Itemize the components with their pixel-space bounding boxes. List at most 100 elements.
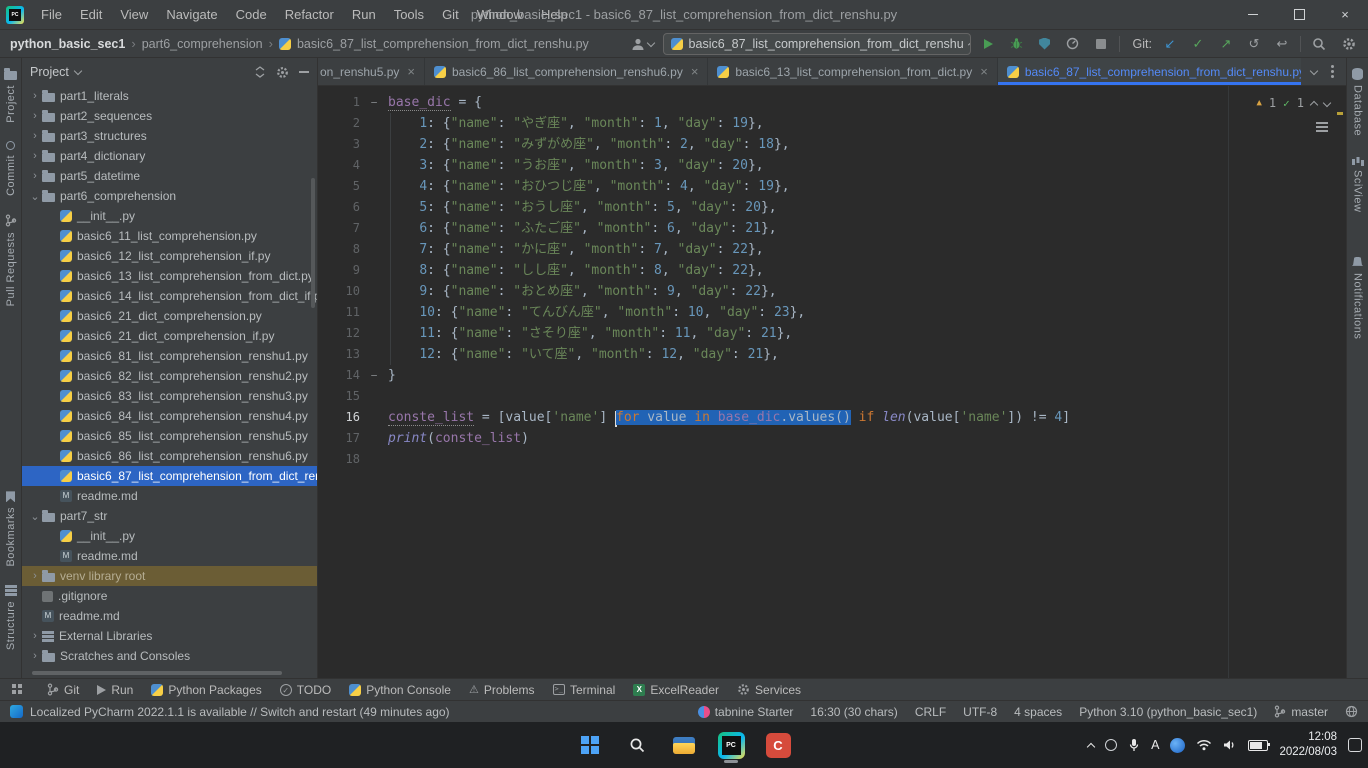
tree-item-part7-str[interactable]: ⌄part7_str [22,506,317,526]
tree-chevron-icon[interactable]: ⌄ [28,510,42,523]
tree-item-basic6-81-list-comprehension-renshu1-py[interactable]: basic6_81_list_comprehension_renshu1.py [22,346,317,366]
stop-button[interactable] [1092,34,1110,54]
project-view-label[interactable]: Project [30,65,69,79]
breadcrumb-item[interactable]: basic6_87_list_comprehension_from_dict_r… [297,37,589,51]
notification-center-icon[interactable] [1348,738,1362,752]
tree-item-basic6-82-list-comprehension-renshu2-py[interactable]: basic6_82_list_comprehension_renshu2.py [22,366,317,386]
tabnine-status[interactable]: tabnine Starter [698,705,794,719]
tree-chevron-icon[interactable]: › [28,150,42,162]
project-horizontal-scrollbar[interactable] [32,671,282,675]
profiler-button[interactable] [1064,34,1082,54]
toolwindow-run[interactable]: Run [97,683,133,697]
project-vertical-scrollbar[interactable] [311,178,315,308]
tree-item--init-py[interactable]: __init__.py [22,206,317,226]
update-project-button[interactable]: ↙ [1161,34,1179,54]
tree-chevron-icon[interactable]: › [28,90,42,102]
commit-button[interactable]: ✓ [1189,34,1207,54]
tree-chevron-icon[interactable]: › [28,130,42,142]
tree-chevron-icon[interactable]: ⌄ [28,190,42,203]
pycharm-taskbar-button[interactable]: PC [712,726,750,764]
close-button[interactable]: × [1322,0,1368,29]
git-branch[interactable]: master [1274,705,1328,719]
tab-close-icon[interactable]: × [691,64,699,79]
undo-button[interactable]: ↩ [1273,34,1291,54]
tree-item-basic6-87-list-comprehension-from-dict-renshu[interactable]: basic6_87_list_comprehension_from_dict_r… [22,466,317,486]
minimize-button[interactable] [1230,0,1276,29]
tray-blue-app-icon[interactable] [1170,738,1185,753]
inspection-widget[interactable]: ▲ 1 ✓ 1 [1256,93,1330,114]
maximize-button[interactable] [1276,0,1322,29]
editor-menu-icon[interactable] [1316,120,1328,134]
rollback-button[interactable]: ↺ [1245,34,1263,54]
next-problem-icon[interactable] [1323,98,1331,106]
toolwindow-switcher-icon[interactable] [12,684,23,695]
editor-tab-on-renshu5-py[interactable]: on_renshu5.py× [318,58,425,85]
tree-item-basic6-83-list-comprehension-renshu3-py[interactable]: basic6_83_list_comprehension_renshu3.py [22,386,317,406]
caret-position[interactable]: 16:30 (30 chars) [810,705,897,719]
chevron-down-icon[interactable] [1310,66,1318,74]
line-separator[interactable]: CRLF [915,705,946,719]
breadcrumb-item[interactable]: python_basic_sec1 [10,37,125,51]
tree-item-readme-md[interactable]: Mreadme.md [22,546,317,566]
tree-item-part5-datetime[interactable]: ›part5_datetime [22,166,317,186]
tree-item-external-libraries[interactable]: ›External Libraries [22,626,317,646]
editor-tab-basic6-86-list-comprehension-renshu6-py[interactable]: basic6_86_list_comprehension_renshu6.py× [425,58,708,85]
search-everywhere-button[interactable] [1310,34,1328,54]
battery-icon[interactable] [1248,740,1268,751]
tree-item-basic6-14-list-comprehension-from-dict-if-py[interactable]: basic6_14_list_comprehension_from_dict_i… [22,286,317,306]
toolwindow-button-database[interactable]: Database [1352,68,1364,136]
tree-item-basic6-11-list-comprehension-py[interactable]: basic6_11_list_comprehension.py [22,226,317,246]
toolwindow-services[interactable]: Services [737,683,801,697]
toolwindow-button-structure[interactable]: Structure [5,585,17,650]
menu-code[interactable]: Code [227,0,276,30]
gear-icon[interactable] [276,66,289,79]
tree-item-readme-md[interactable]: Mreadme.md [22,606,317,626]
tab-close-icon[interactable]: × [407,64,415,79]
taskbar-clock[interactable]: 12:08 2022/08/03 [1279,730,1337,760]
tree-chevron-icon[interactable]: › [28,570,42,582]
tree-item-basic6-86-list-comprehension-renshu6-py[interactable]: basic6_86_list_comprehension_renshu6.py [22,446,317,466]
toolwindow-button-commit[interactable]: Commit [4,141,17,196]
tree-chevron-icon[interactable]: › [28,630,42,642]
tree-chevron-icon[interactable]: › [28,110,42,122]
tree-item-part3-structures[interactable]: ›part3_structures [22,126,317,146]
tree-item-part1-literals[interactable]: ›part1_literals [22,86,317,106]
hide-panel-icon[interactable] [299,71,309,73]
collapse-all-icon[interactable] [254,66,266,78]
menu-run[interactable]: Run [343,0,385,30]
tab-close-icon[interactable]: × [980,64,988,79]
menu-file[interactable]: File [32,0,71,30]
tree-item-basic6-12-list-comprehension-if-py[interactable]: basic6_12_list_comprehension_if.py [22,246,317,266]
tree-item-basic6-21-dict-comprehension-py[interactable]: basic6_21_dict_comprehension.py [22,306,317,326]
tree-item--gitignore[interactable]: .gitignore [22,586,317,606]
menu-refactor[interactable]: Refactor [276,0,343,30]
tree-item--init-py[interactable]: __init__.py [22,526,317,546]
tree-item-basic6-21-dict-comprehension-if-py[interactable]: basic6_21_dict_comprehension_if.py [22,326,317,346]
run-configuration-select[interactable]: basic6_87_list_comprehension_from_dict_r… [663,33,971,55]
toolwindow-excelreader[interactable]: XExcelReader [633,683,719,697]
toolwindow-button-pull-requests[interactable]: Pull Requests [4,214,17,306]
tree-item-part4-dictionary[interactable]: ›part4_dictionary [22,146,317,166]
debug-button[interactable] [1008,34,1026,54]
toolwindow-python-console[interactable]: Python Console [349,683,451,697]
python-interpreter[interactable]: Python 3.10 (python_basic_sec1) [1079,705,1257,719]
tree-chevron-icon[interactable]: › [28,650,42,662]
menu-navigate[interactable]: Navigate [157,0,226,30]
tray-app-icon[interactable] [1105,739,1117,751]
menu-tools[interactable]: Tools [385,0,433,30]
toolwindow-todo[interactable]: ✓TODO [280,683,331,697]
user-account-button[interactable] [631,34,654,54]
fold-marker[interactable]: − [366,92,382,113]
wifi-icon[interactable] [1196,739,1212,751]
settings-button[interactable] [1340,34,1358,54]
tree-item-basic6-84-list-comprehension-renshu4-py[interactable]: basic6_84_list_comprehension_renshu4.py [22,406,317,426]
fold-marker[interactable]: − [366,365,382,386]
ime-indicator[interactable]: A [1151,738,1159,752]
c-app-button[interactable]: C [759,726,797,764]
toolwindow-terminal[interactable]: >_Terminal [553,683,616,697]
volume-icon[interactable] [1223,739,1237,751]
file-explorer-button[interactable] [665,726,703,764]
tree-item-scratches-and-consoles[interactable]: ›Scratches and Consoles [22,646,317,666]
toolwindow-button-notifications[interactable]: Notifications [1352,257,1364,339]
start-button[interactable] [571,726,609,764]
